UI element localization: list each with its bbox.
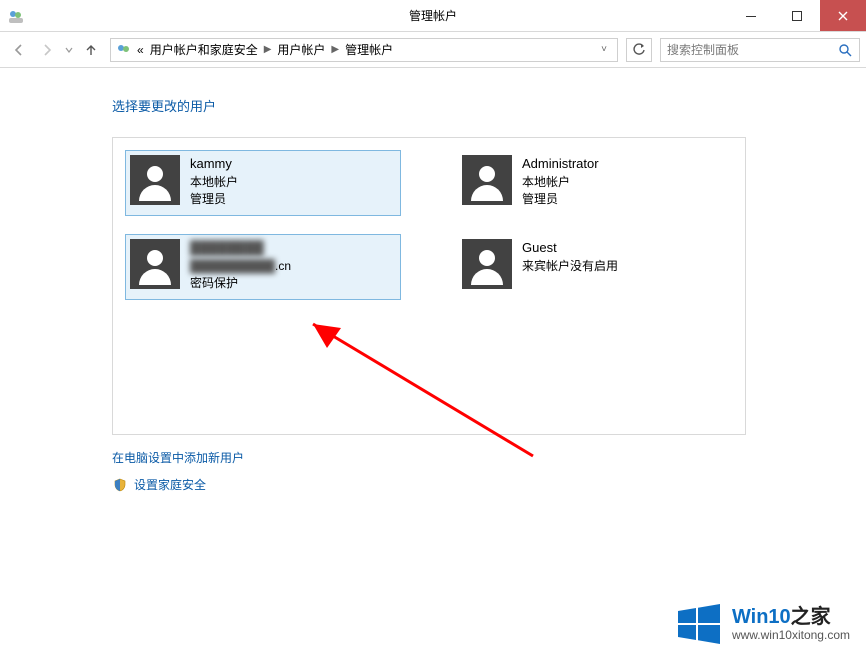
account-item-redacted[interactable]: ████████ ██████████.cn 密码保护 — [125, 234, 401, 300]
chevron-right-icon: ▶ — [331, 44, 339, 55]
account-type: 本地帐户 — [190, 174, 238, 191]
address-bar[interactable]: « 用户帐户和家庭安全 ▶ 用户帐户 ▶ 管理帐户 ˅ — [110, 38, 618, 62]
watermark-url: www.win10xitong.com — [732, 629, 850, 643]
back-button[interactable] — [6, 38, 32, 62]
close-button[interactable] — [820, 0, 866, 31]
breadcrumb-item[interactable]: 用户帐户 — [277, 41, 325, 58]
breadcrumb-item[interactable]: 用户帐户和家庭安全 — [150, 41, 258, 58]
accounts-panel: kammy 本地帐户 管理员 Administrator 本地帐户 管理员 — [112, 137, 746, 435]
account-item-administrator[interactable]: Administrator 本地帐户 管理员 — [457, 150, 733, 216]
shield-icon — [112, 477, 128, 493]
account-protection: 密码保护 — [190, 275, 291, 292]
add-user-link[interactable]: 在电脑设置中添加新用户 — [112, 449, 244, 466]
avatar — [130, 239, 180, 289]
account-type: 本地帐户 — [522, 174, 599, 191]
account-role: 管理员 — [522, 191, 599, 208]
search-input[interactable] — [665, 40, 835, 60]
content-area: 选择要更改的用户 kammy 本地帐户 管理员 — [0, 68, 866, 655]
account-item-kammy[interactable]: kammy 本地帐户 管理员 — [125, 150, 401, 216]
link-label: 在电脑设置中添加新用户 — [112, 449, 244, 466]
accounts-icon — [0, 0, 24, 31]
account-name: ████████ — [190, 239, 291, 258]
breadcrumb-prefix: « — [137, 43, 144, 57]
maximize-button[interactable] — [774, 0, 820, 31]
navbar: « 用户帐户和家庭安全 ▶ 用户帐户 ▶ 管理帐户 ˅ — [0, 32, 866, 68]
avatar — [462, 239, 512, 289]
search-box[interactable] — [660, 38, 860, 62]
account-email-suffix: .cn — [275, 259, 291, 273]
breadcrumb-item[interactable]: 管理帐户 — [345, 41, 393, 58]
family-safety-link[interactable]: 设置家庭安全 — [112, 476, 206, 493]
refresh-button[interactable] — [626, 38, 652, 62]
account-role: 管理员 — [190, 191, 238, 208]
link-label: 设置家庭安全 — [134, 476, 206, 493]
watermark-title: Win10之家 — [732, 606, 850, 629]
avatar — [462, 155, 512, 205]
history-dropdown-icon[interactable] — [62, 38, 76, 62]
breadcrumb: « 用户帐户和家庭安全 ▶ 用户帐户 ▶ 管理帐户 — [137, 41, 393, 58]
windows-logo-icon — [676, 601, 722, 647]
account-name: Administrator — [522, 155, 599, 174]
titlebar: 管理帐户 — [0, 0, 866, 32]
chevron-right-icon: ▶ — [264, 44, 272, 55]
account-name: kammy — [190, 155, 238, 174]
chevron-down-icon[interactable]: ˅ — [595, 44, 613, 55]
page-heading: 选择要更改的用户 — [112, 96, 866, 115]
forward-button[interactable] — [34, 38, 60, 62]
search-icon[interactable] — [835, 43, 855, 57]
annotation-arrow-icon — [283, 306, 543, 469]
links-section: 在电脑设置中添加新用户 设置家庭安全 — [112, 449, 866, 493]
watermark: Win10之家 www.win10xitong.com — [676, 601, 850, 647]
minimize-button[interactable] — [728, 0, 774, 31]
avatar — [130, 155, 180, 205]
account-email: ██████████.cn — [190, 258, 291, 275]
accounts-icon — [115, 41, 133, 59]
account-item-guest[interactable]: Guest 来宾帐户没有启用 — [457, 234, 733, 300]
up-button[interactable] — [78, 38, 104, 62]
account-status: 来宾帐户没有启用 — [522, 258, 618, 275]
account-name: Guest — [522, 239, 618, 258]
